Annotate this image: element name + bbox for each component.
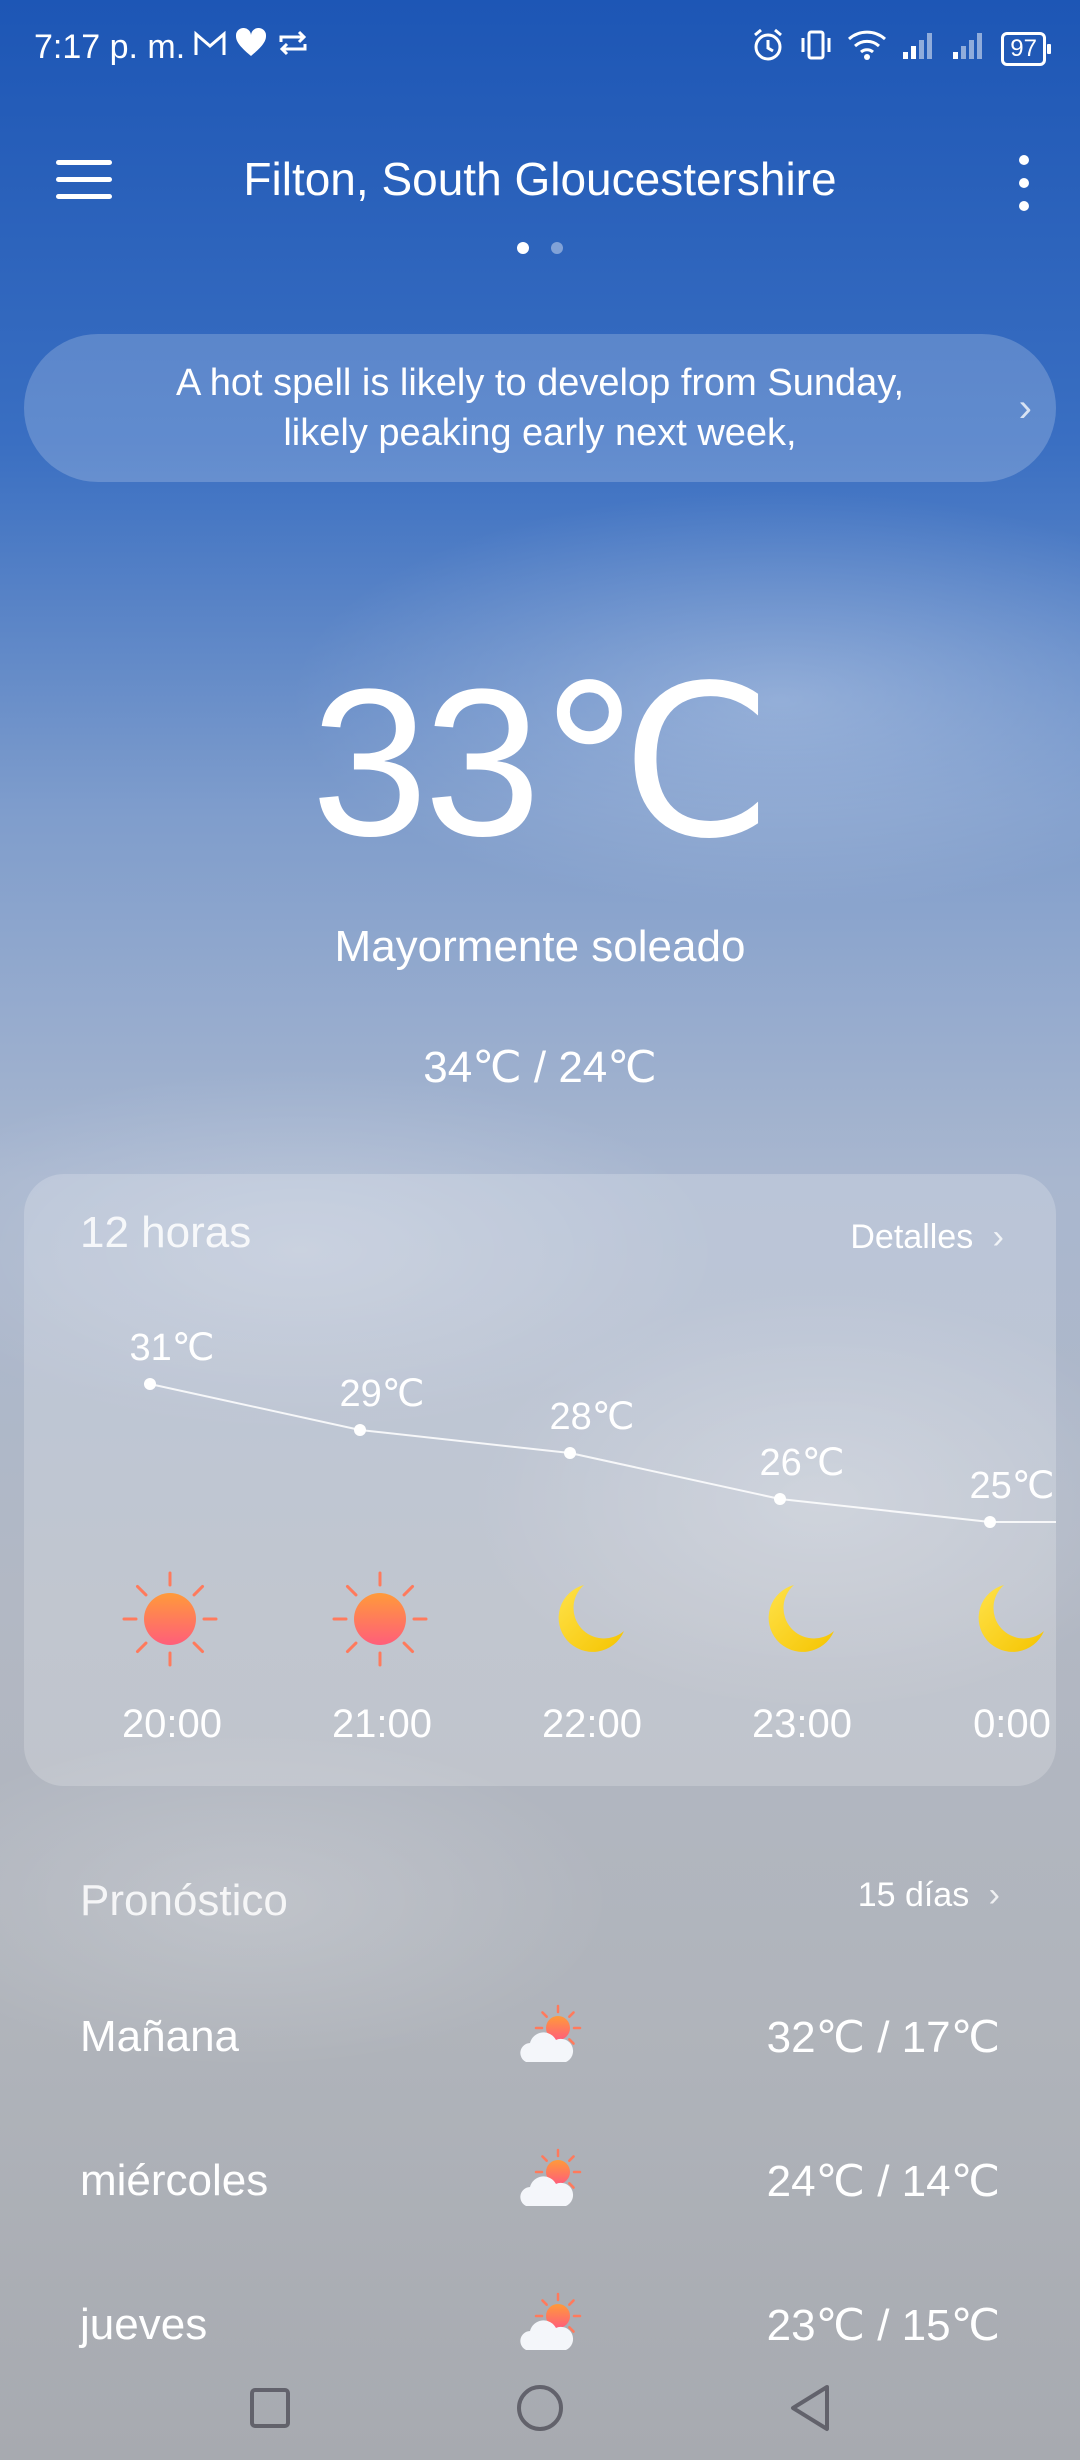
temperature-point [144, 1378, 156, 1390]
alarm-icon [751, 28, 785, 70]
hour-temp-label: 31℃ [130, 1327, 215, 1369]
temperature-point [774, 1493, 786, 1505]
forecast-title: Pronóstico [80, 1876, 288, 1925]
forecast-temp-range: 23℃ / 15℃ [766, 2301, 1000, 2350]
page-dot-active [517, 242, 529, 254]
moon-icon [978, 1585, 1044, 1652]
partly-cloudy-icon [512, 2292, 584, 2350]
sun-icon [122, 1571, 218, 1667]
moon-icon [558, 1585, 624, 1652]
recents-square-icon[interactable] [240, 2378, 300, 2438]
page-indicator [0, 242, 1080, 254]
partly-cloudy-icon [512, 2148, 584, 2220]
repeat-icon [275, 28, 311, 67]
weather-alert-banner[interactable]: A hot spell is likely to develop from Su… [24, 334, 1056, 482]
forecast-day-name: Mañana [80, 2012, 240, 2061]
back-triangle-icon[interactable] [780, 2378, 840, 2438]
hourly-chart: 31℃ 20:00 29℃ 21:00 28℃ 22:00 26℃ 23:00 25℃ 0:… [122, 1327, 1056, 1746]
alert-text: A hot spell is likely to develop from Su… [175, 362, 904, 454]
hour-temp-label: 29℃ [340, 1373, 425, 1415]
heart-icon [235, 27, 267, 67]
battery-icon: 97 [1001, 32, 1051, 66]
gmail-icon [193, 28, 227, 67]
forecast-temp-range: 24℃ / 14℃ [766, 2157, 1000, 2206]
chevron-right-icon: › [988, 1876, 1000, 1914]
forecast-day-name: jueves [80, 2300, 208, 2349]
signal-icon [951, 30, 987, 68]
forecast-15-days-link[interactable]: 15 días › [858, 1876, 1000, 1915]
hour-time-label: 22:00 [542, 1702, 642, 1746]
temperature-point [984, 1516, 996, 1528]
current-temperature: 33℃ [311, 645, 772, 880]
hour-time-label: 0:00 [973, 1702, 1051, 1746]
hour-temp-label: 25℃ [970, 1465, 1055, 1507]
forecast-link-label: 15 días [857, 1876, 970, 1914]
forecast-day-name: miércoles [80, 2156, 269, 2205]
hourly-forecast-card: 12 horas Detalles › 31℃ 20:00 29℃ 21:00 28℃ … [24, 1174, 1056, 1786]
forecast-day-row[interactable]: Mañana 32℃ / 17℃ [0, 2004, 1080, 2084]
hour-time-label: 21:00 [332, 1702, 432, 1746]
status-time: 7:17 p. m. [34, 28, 186, 66]
page-dot [551, 242, 563, 254]
temperature-point [354, 1424, 366, 1436]
location-title[interactable]: Filton, South Gloucestershire [0, 152, 1080, 206]
forecast-day-row[interactable]: miércoles 24℃ / 14℃ [0, 2148, 1080, 2228]
vibrate-icon [799, 28, 833, 70]
hour-time-label: 20:00 [122, 1702, 222, 1746]
forecast-day-row[interactable]: jueves 23℃ / 15℃ [0, 2292, 1080, 2350]
forecast-temp-range: 32℃ / 17℃ [766, 2013, 1000, 2062]
hour-temp-label: 26℃ [760, 1442, 845, 1484]
high-low-temperature: 34℃ / 24℃ [423, 1043, 657, 1092]
temperature-point [564, 1447, 576, 1459]
sun-icon [332, 1571, 428, 1667]
status-bar-right: 97 [751, 28, 1051, 70]
hour-time-label: 23:00 [752, 1702, 852, 1746]
wifi-icon [847, 29, 887, 69]
chevron-right-icon: › [1018, 386, 1032, 430]
hour-temp-label: 28℃ [550, 1396, 635, 1438]
signal-icon [901, 30, 937, 68]
current-condition: Mayormente soleado [334, 922, 746, 971]
moon-icon [768, 1585, 834, 1652]
home-circle-icon[interactable] [510, 2378, 570, 2438]
more-options-icon[interactable] [1012, 155, 1036, 211]
partly-cloudy-icon [512, 2004, 584, 2076]
status-bar-left: 7:17 p. m. [34, 27, 311, 67]
